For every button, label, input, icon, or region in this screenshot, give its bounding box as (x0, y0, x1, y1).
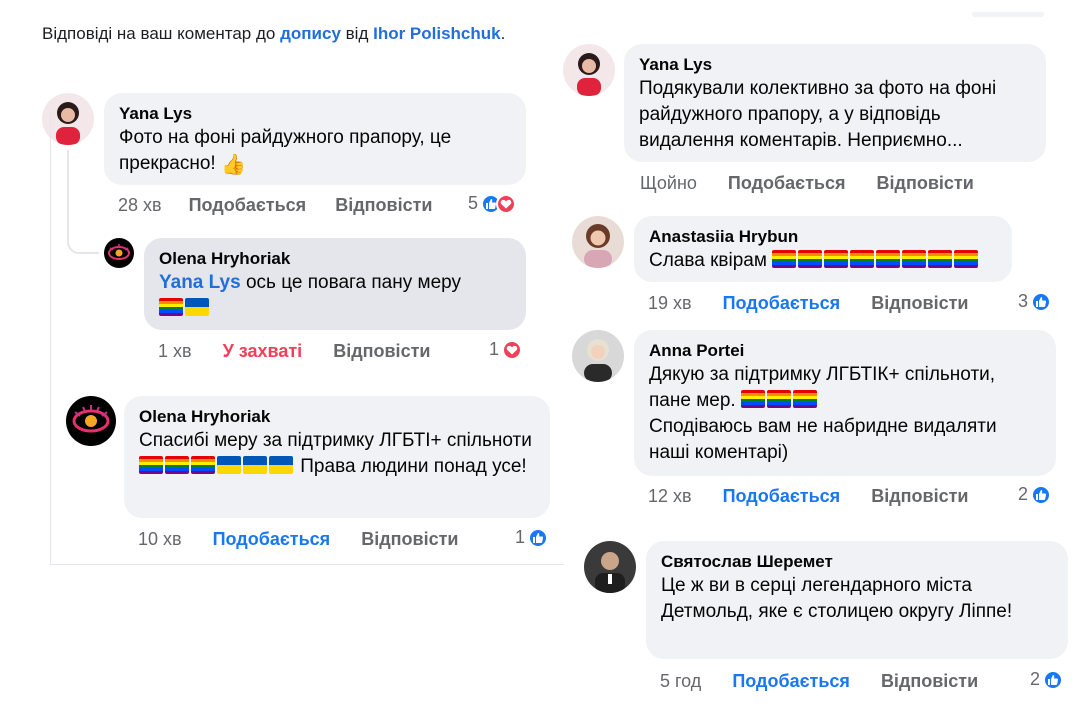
section-divider (50, 564, 564, 565)
comment-text: Це ж ви в серці легендарного міста Детмо… (661, 575, 1013, 622)
reply-button[interactable]: Відповісти (361, 528, 458, 550)
rainbow-flag-icon (165, 456, 189, 474)
rainbow-flag-icon (954, 250, 979, 268)
comment-bubble: Anastasiia Hrybun Слава квірам (634, 216, 1012, 282)
avatar-anna-portei[interactable] (572, 330, 624, 382)
reaction-summary[interactable]: 2 (1018, 484, 1052, 505)
reply-button[interactable]: Відповісти (335, 194, 432, 216)
comment-actions: 12 хв Подобається Відповісти (648, 485, 968, 507)
ukraine-flag-icon (269, 456, 293, 474)
avatar-olena-hryhoriak[interactable] (104, 238, 134, 268)
comment-time[interactable]: 19 хв (648, 292, 692, 314)
heart-icon (496, 193, 517, 214)
rainbow-flag-icon (824, 250, 849, 268)
comment-author[interactable]: Olena Hryhoriak (139, 406, 535, 428)
rainbow-flag-icon (139, 456, 163, 474)
comment-author[interactable]: Yana Lys (639, 54, 1031, 76)
reply-button[interactable]: Відповісти (871, 485, 968, 507)
reply-button[interactable]: Відповісти (877, 172, 974, 194)
thumbs-up-icon (1031, 484, 1052, 505)
rainbow-flag-icon (792, 390, 817, 408)
reaction-summary[interactable]: 5 (468, 193, 517, 214)
top-handle (972, 12, 1044, 17)
comment-bubble: Yana Lys Фото на фоні райдужного прапору… (104, 93, 526, 185)
post-link[interactable]: допису (280, 24, 341, 43)
reply-bubble: Olena Hryhoriak Yana Lys ось це повага п… (144, 238, 526, 330)
reaction-summary[interactable]: 1 (515, 527, 549, 548)
reply-button[interactable]: Відповісти (333, 340, 430, 362)
reaction-summary[interactable]: 3 (1018, 291, 1052, 312)
rainbow-flag-icon (159, 298, 183, 316)
avatar-olena-hryhoriak[interactable] (66, 396, 116, 446)
reply-button[interactable]: Відповісти (881, 670, 978, 692)
mention-link[interactable]: Yana Lys (159, 272, 241, 293)
comment-text: Дякую за підтримку ЛГБТІК+ спільноти, па… (649, 364, 997, 463)
comment-text: Фото на фоні райдужного прапору, це прек… (119, 127, 452, 176)
comment-author[interactable]: Anastasiia Hrybun (649, 226, 997, 248)
rainbow-flag-icon (928, 250, 953, 268)
like-button[interactable]: Подобається (213, 528, 331, 550)
comment-text: Yana Lys ось це повага пану меру (159, 270, 511, 322)
comment-actions: 28 хв Подобається Відповісти (118, 194, 432, 216)
avatar-anastasiia-hrybun[interactable] (572, 216, 624, 268)
comment-bubble: Olena Hryhoriak Спасибі меру за підтримк… (124, 396, 550, 518)
comment-text: Спасибі меру за підтримку ЛГБТІ+ спільно… (139, 430, 532, 477)
comment-time[interactable]: 12 хв (648, 485, 692, 507)
thumbs-up-icon (1043, 669, 1064, 690)
comment-time[interactable]: 10 хв (138, 528, 182, 550)
rainbow-flag-icon (766, 390, 791, 408)
ukraine-flag-icon (185, 298, 209, 316)
thumbs-up-icon (1031, 291, 1052, 312)
rainbow-flag-icon (876, 250, 901, 268)
reply-button[interactable]: Відповісти (871, 292, 968, 314)
rainbow-flag-icon (740, 390, 765, 408)
comment-time[interactable]: 28 хв (118, 194, 162, 216)
comment-time[interactable]: 5 год (660, 670, 701, 692)
avatar-sviatoslav-sheremet[interactable] (584, 541, 636, 593)
like-button[interactable]: Подобається (189, 194, 307, 216)
thread-connector (67, 150, 99, 254)
rainbow-flag-icon (902, 250, 927, 268)
comment-actions: 19 хв Подобається Відповісти (648, 292, 968, 314)
comment-bubble: Святослав Шеремет Це ж ви в серці легенд… (646, 541, 1068, 659)
comment-text: Подякували колективно за фото на фоні ра… (639, 78, 997, 151)
reaction-summary[interactable]: 2 (1030, 669, 1064, 690)
rainbow-flag-icon (772, 250, 797, 268)
comment-author[interactable]: Anna Portei (649, 340, 1041, 362)
comment-bubble: Anna Portei Дякую за підтримку ЛГБТІК+ с… (634, 330, 1056, 476)
like-button[interactable]: Подобається (723, 292, 841, 314)
comment-author[interactable]: Olena Hryhoriak (159, 248, 511, 270)
comment-text: Слава квірам (649, 248, 997, 274)
comment-bubble: Yana Lys Подякували колективно за фото н… (624, 44, 1046, 162)
comment-time[interactable]: Щойно (640, 172, 697, 194)
comment-actions: 1 хв У захваті Відповісти (158, 340, 430, 362)
comment-time[interactable]: 1 хв (158, 340, 192, 362)
love-reaction-button[interactable]: У захваті (223, 340, 303, 362)
thumbs-up-icon (528, 527, 549, 548)
avatar-yana-lys[interactable] (563, 44, 615, 96)
ukraine-flag-icon (217, 456, 241, 474)
ukraine-flag-icon (243, 456, 267, 474)
notification-header: Відповіді на ваш коментар до допису від … (42, 24, 506, 43)
comment-author[interactable]: Святослав Шеремет (661, 551, 1053, 573)
reaction-summary[interactable]: 1 (489, 339, 523, 360)
comment-actions: 10 хв Подобається Відповісти (138, 528, 458, 550)
like-button[interactable]: Подобається (723, 485, 841, 507)
column-divider (50, 110, 51, 564)
like-button[interactable]: Подобається (728, 172, 846, 194)
comment-actions: Щойно Подобається Відповісти (640, 172, 974, 194)
comment-actions: 5 год Подобається Відповісти (660, 670, 978, 692)
comment-author[interactable]: Yana Lys (119, 103, 511, 125)
rainbow-flag-icon (191, 456, 215, 474)
author-link[interactable]: Ihor Polishchuk (373, 24, 501, 43)
rainbow-flag-icon (798, 250, 823, 268)
rainbow-flag-icon (850, 250, 875, 268)
thumbs-up-emoji-icon: 👍 (221, 154, 246, 176)
like-button[interactable]: Подобається (732, 670, 850, 692)
heart-icon (502, 339, 523, 360)
